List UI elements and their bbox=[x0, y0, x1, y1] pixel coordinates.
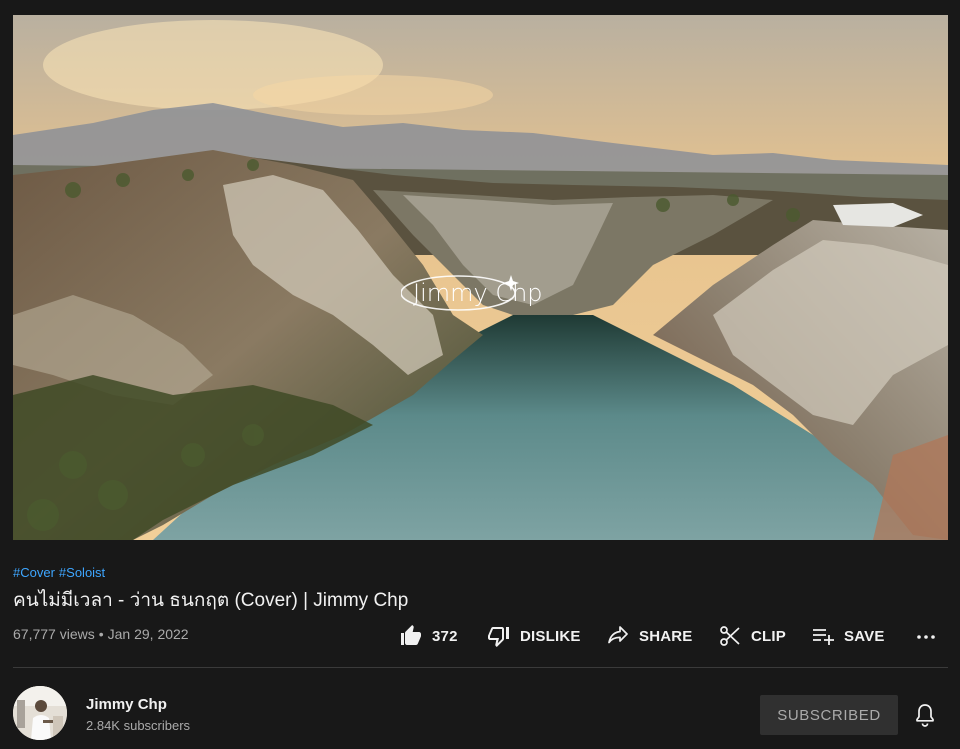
subscribed-button[interactable]: SUBSCRIBED bbox=[760, 695, 898, 735]
bell-icon bbox=[916, 704, 934, 727]
dislike-button[interactable]: DISLIKE bbox=[487, 620, 581, 652]
save-button[interactable]: SAVE bbox=[811, 620, 885, 652]
save-label: SAVE bbox=[844, 627, 885, 645]
more-dots-icon bbox=[917, 635, 935, 639]
video-player[interactable]: Jimmy Chp bbox=[13, 15, 948, 540]
channel-name[interactable]: Jimmy Chp bbox=[86, 696, 167, 713]
like-count: 372 bbox=[432, 627, 458, 645]
notification-bell-button[interactable] bbox=[913, 702, 937, 733]
hashtag-list: #Cover #Soloist bbox=[13, 565, 109, 580]
playlist-add-icon bbox=[813, 629, 834, 645]
share-arrow-icon bbox=[608, 626, 628, 644]
more-actions-button[interactable] bbox=[914, 620, 947, 652]
clip-button[interactable]: CLIP bbox=[718, 620, 786, 652]
share-button[interactable]: SHARE bbox=[606, 620, 693, 652]
like-button[interactable]: 372 bbox=[399, 620, 458, 652]
dislike-label: DISLIKE bbox=[520, 627, 581, 645]
scissors-icon bbox=[720, 626, 740, 646]
section-divider bbox=[13, 667, 948, 668]
hashtag-soloist[interactable]: #Soloist bbox=[59, 565, 105, 580]
thumbs-down-icon bbox=[488, 627, 509, 647]
channel-avatar[interactable] bbox=[13, 686, 67, 740]
channel-watermark: Jimmy Chp bbox=[401, 267, 576, 315]
action-bar: 372 DISLIKE SHARE CLIP SAVE bbox=[0, 620, 960, 652]
share-label: SHARE bbox=[639, 627, 693, 645]
video-title: คนไม่มีเวลา - ว่าน ธนกฤต (Cover) | Jimmy… bbox=[13, 590, 409, 611]
thumbs-up-icon bbox=[401, 625, 421, 645]
subscriber-count: 2.84K subscribers bbox=[86, 718, 191, 733]
clip-label: CLIP bbox=[751, 627, 786, 645]
hashtag-cover[interactable]: #Cover bbox=[13, 565, 55, 580]
watermark-text: Jimmy Chp bbox=[413, 279, 543, 307]
